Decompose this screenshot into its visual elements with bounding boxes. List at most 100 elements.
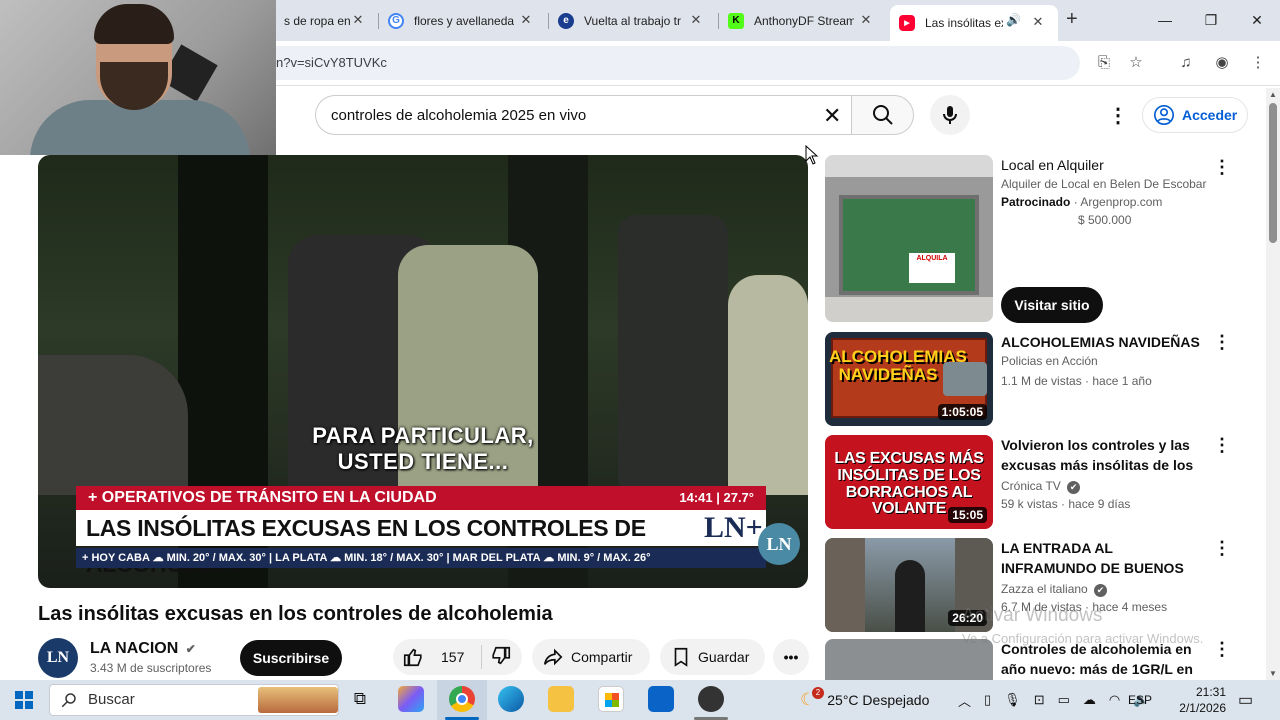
more-vert-icon[interactable]: ⋮ — [1213, 435, 1231, 456]
channel-name[interactable]: Policias en Acción — [1001, 352, 1098, 370]
tab-2[interactable]: G flores y avellaneda ✕ — [388, 6, 548, 35]
channel-name[interactable]: LA NACION ✔ — [90, 640, 196, 658]
close-window-icon[interactable]: ✕ — [1234, 0, 1280, 40]
close-icon[interactable]: ✕ — [1030, 14, 1046, 30]
ad-thumbnail[interactable]: ALQUILA — [825, 155, 993, 322]
share-label: Compartir — [571, 649, 633, 665]
recommended-video[interactable]: LAS EXCUSAS MÁS INSÓLITAS DE LOS BORRACH… — [825, 435, 1265, 531]
microphone-icon — [943, 106, 957, 124]
settings-menu-icon[interactable]: ⋮ — [1108, 103, 1128, 128]
banner-main: LAS INSÓLITAS EXCUSAS EN LOS CONTROLES D… — [76, 510, 766, 577]
taskbar-search-input[interactable]: Buscar — [49, 684, 339, 716]
channel-name[interactable]: Crónica TV — [1001, 479, 1061, 493]
restore-icon[interactable]: ❐ — [1188, 0, 1234, 40]
voice-search-button[interactable] — [930, 95, 970, 135]
account-icon — [1154, 105, 1174, 125]
clear-search-icon[interactable]: ✕ — [823, 103, 841, 129]
share-button[interactable]: Compartir — [532, 639, 650, 675]
camera-icon[interactable]: ⊡ — [1034, 692, 1045, 708]
close-icon[interactable]: ✕ — [350, 12, 366, 28]
video-subtitle-line2: USTED TIENE... — [337, 449, 509, 474]
tab-1[interactable]: s de ropa en ✕ — [284, 6, 384, 35]
google-icon: G — [388, 12, 404, 29]
sign-in-button[interactable]: Acceder — [1142, 97, 1248, 133]
edge-icon[interactable] — [498, 686, 524, 712]
address-bar[interactable]: n?v=siCvY8TUVKc — [276, 46, 1080, 80]
store-icon[interactable] — [598, 686, 624, 712]
like-button[interactable]: 157 — [393, 646, 481, 668]
wifi-icon[interactable]: ◠ — [1109, 692, 1120, 708]
video-duration: 15:05 — [948, 507, 987, 523]
banner-top-text: + OPERATIVOS DE TRÁNSITO EN LA CIUDAD — [88, 489, 437, 506]
tab-title: s de ropa en — [284, 13, 351, 28]
language-indicator[interactable]: ESP — [1128, 680, 1152, 720]
clock[interactable]: 21:31 2/1/2026 — [1166, 680, 1226, 720]
video-thumbnail[interactable]: ALCOHOLEMIAS NAVIDEÑAS 1:05:05 — [825, 332, 993, 426]
media-controls-icon[interactable]: ♫ — [1175, 52, 1197, 74]
more-vert-icon[interactable]: ⋮ — [1213, 157, 1231, 178]
more-actions-button[interactable]: ••• — [773, 639, 809, 675]
clock-time: 21:31 — [1195, 685, 1226, 699]
channel-avatar[interactable]: LN — [38, 638, 78, 678]
scrollbar-thumb[interactable] — [1269, 103, 1277, 243]
video-subtitle-line1: PARA PARTICULAR, — [312, 423, 534, 448]
ad-card[interactable]: ALQUILA Local en Alquiler Alquiler de Lo… — [825, 155, 1265, 325]
tab-5-active[interactable]: ▶ Las insólitas ex 🔊 ✕ — [890, 5, 1058, 41]
search-button[interactable] — [851, 95, 914, 135]
chevron-up-icon[interactable]: ︿ — [958, 691, 971, 710]
verified-icon: ✔ — [1094, 584, 1108, 597]
close-icon[interactable]: ✕ — [518, 12, 534, 28]
activation-watermark-text: Ve a Configuración para activar Windows. — [962, 631, 1204, 646]
like-count: 157 — [441, 649, 465, 665]
search-input[interactable]: controles de alcoholemia 2025 en vivo ✕ — [315, 95, 851, 135]
dislike-button[interactable] — [482, 645, 512, 670]
file-explorer-icon[interactable] — [548, 686, 574, 712]
menu-dots-icon[interactable]: ⋮ — [1247, 52, 1269, 74]
install-app-icon[interactable]: ⎘ — [1093, 52, 1115, 74]
video-player[interactable]: PARA PARTICULAR, USTED TIENE... + OPERAT… — [38, 155, 808, 588]
more-vert-icon[interactable]: ⋮ — [1213, 639, 1231, 660]
close-icon[interactable]: ✕ — [858, 12, 874, 28]
thumbnail-text: ALCOHOLEMIAS NAVIDEÑAS — [829, 347, 967, 384]
cloud-icon[interactable]: ☁ — [1083, 692, 1096, 708]
recommended-video[interactable]: ALCOHOLEMIAS NAVIDEÑAS 1:05:05 ALCOHOLEM… — [825, 332, 1265, 428]
webcam-overlay — [0, 0, 276, 155]
battery-icon[interactable]: ▭ — [1058, 692, 1070, 708]
tab-title: flores y avellaneda — [414, 13, 514, 28]
outlook-icon[interactable] — [648, 686, 674, 712]
obs-icon[interactable] — [698, 686, 724, 712]
weather-badge: 2 — [812, 687, 824, 699]
save-button[interactable]: Guardar — [660, 639, 765, 675]
tab-title: Las insólitas ex — [925, 16, 1003, 30]
chrome-icon[interactable] — [449, 686, 475, 712]
activation-watermark-title: Activar Windows — [962, 605, 1103, 626]
device-icon[interactable]: ▯ — [984, 692, 991, 708]
close-icon[interactable]: ✕ — [688, 12, 704, 28]
new-tab-button[interactable]: + — [1066, 8, 1078, 31]
tab-4[interactable]: K AnthonyDF Stream ✕ — [728, 6, 888, 35]
speaker-icon[interactable]: 🔊 — [1006, 13, 1021, 27]
visit-site-button[interactable]: Visitar sitio — [1001, 287, 1103, 323]
weather-ticker: + HOY CABA ☁ MIN. 20° / MAX. 30° | LA PL… — [76, 548, 766, 568]
subscribe-button[interactable]: Suscribirse — [240, 640, 342, 676]
windows-start-icon[interactable] — [15, 691, 33, 709]
task-view-icon[interactable]: ⧉ — [347, 686, 373, 712]
weather-widget[interactable]: ☾ 2 25°C Despejado — [800, 680, 929, 720]
bookmark-star-icon[interactable]: ☆ — [1125, 52, 1147, 74]
search-icon — [61, 693, 76, 708]
channel-name[interactable]: Zazza el italiano — [1001, 582, 1088, 596]
video-title: Las insólitas excusas en los controles d… — [38, 603, 553, 625]
more-vert-icon[interactable]: ⋮ — [1213, 332, 1231, 353]
video-thumbnail[interactable]: LAS EXCUSAS MÁS INSÓLITAS DE LOS BORRACH… — [825, 435, 993, 529]
notification-icon[interactable]: ▭ — [1238, 680, 1253, 720]
profile-icon[interactable]: ◉ — [1211, 52, 1233, 74]
tab-3[interactable]: e Vuelta al trabajo tr ✕ — [558, 6, 718, 35]
ad-domain: Argenprop.com — [1080, 195, 1163, 209]
microphone-icon[interactable]: 🎙 — [1004, 692, 1021, 708]
mouse-cursor-icon — [805, 145, 819, 165]
copilot-icon[interactable] — [398, 686, 424, 712]
more-vert-icon[interactable]: ⋮ — [1213, 538, 1231, 559]
minimize-icon[interactable]: — — [1142, 0, 1188, 40]
channel-bug: LN — [758, 523, 800, 565]
page-scrollbar[interactable]: ▲ ▼ — [1266, 88, 1280, 680]
